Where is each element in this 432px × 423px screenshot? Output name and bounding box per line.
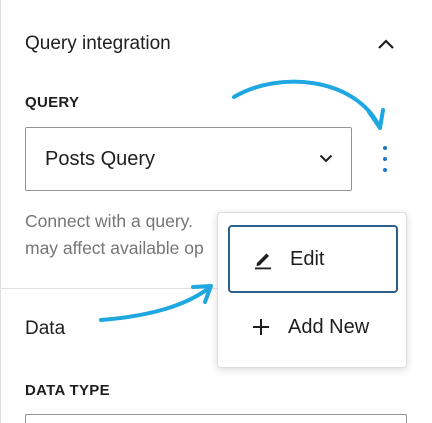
query-integration-header[interactable]: Query integration <box>25 31 405 57</box>
data-type-select[interactable] <box>25 414 407 423</box>
edit-menu-item[interactable]: Edit <box>228 225 398 293</box>
add-new-menu-item[interactable]: Add New <box>228 293 398 361</box>
data-type-label: DATA TYPE <box>25 382 110 399</box>
chevron-down-icon <box>319 150 333 168</box>
query-label: QUERY <box>25 94 80 111</box>
pencil-icon <box>252 248 274 270</box>
query-actions-menu: Edit Add New <box>217 212 407 368</box>
edit-label: Edit <box>290 247 325 270</box>
chevron-up-icon[interactable] <box>375 33 397 55</box>
section-title: Query integration <box>25 33 171 54</box>
data-section-title[interactable]: Data <box>25 318 65 340</box>
arrow-to-more-icon-head <box>367 108 385 130</box>
arrow-to-edit-item <box>99 286 211 322</box>
panel-border <box>0 0 1 423</box>
help-text-line-2: may affect available op <box>25 238 204 258</box>
query-select-value: Posts Query <box>45 147 156 170</box>
more-vertical-icon[interactable] <box>374 142 396 176</box>
plus-icon <box>250 316 272 338</box>
arrow-to-more-icon <box>232 79 381 128</box>
query-help-text: Connect with a query. may affect availab… <box>25 208 225 262</box>
section-divider <box>0 288 220 289</box>
query-select[interactable]: Posts Query <box>25 127 352 191</box>
add-new-label: Add New <box>288 315 370 338</box>
help-text-line-1: Connect with a query. <box>25 211 193 231</box>
